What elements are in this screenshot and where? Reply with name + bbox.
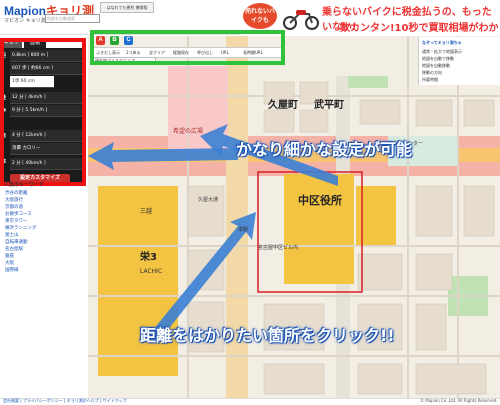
motorcycle-icon bbox=[283, 10, 319, 30]
label-hisaya-odori: 久屋大通 bbox=[198, 197, 219, 203]
keyword-link[interactable]: 東京タワー bbox=[5, 218, 28, 224]
footer-links[interactable]: 会社概要 | プライバシーポリシー | キョリ測のヘルプ | サイトマップ bbox=[3, 398, 127, 404]
keyword-link[interactable]: 銀座 bbox=[5, 253, 14, 259]
label-park: 希望の広場 bbox=[173, 128, 204, 135]
right-panel-line[interactable]: 移動の方向 bbox=[422, 70, 442, 76]
keyword-link[interactable]: 横浜ランニング bbox=[5, 225, 37, 231]
right-panel-line[interactable]: 地図を自動で移動 bbox=[422, 56, 454, 62]
keyword-link[interactable]: 大阪 bbox=[5, 260, 14, 266]
label-buke: 武平町 bbox=[314, 100, 344, 111]
keyword-link[interactable]: 富士山 bbox=[5, 232, 19, 238]
right-panel-line[interactable]: 地図を自動移動 bbox=[422, 63, 450, 69]
tagline: マピオン キョリ測 bbox=[4, 18, 46, 24]
keyword-link[interactable]: 大阪旅行 bbox=[5, 197, 23, 203]
label-sakae: 栄3 bbox=[140, 252, 157, 263]
keyword-link[interactable]: 京都の道 bbox=[5, 204, 23, 210]
label-hisaya: 久屋町 bbox=[268, 100, 298, 111]
logo-main: Mapion bbox=[4, 4, 46, 18]
keyword-link[interactable]: 自転車通勤 bbox=[5, 239, 28, 245]
highlight-frame-red bbox=[0, 38, 86, 186]
right-info-panel: なぞってキョリ測ちゃ 通常・拡大で地図表示 地図を自動で移動 地図を自動移動 移… bbox=[418, 37, 500, 85]
copyright: © Mapion Co.,Ltd. All Rights Reserved. bbox=[420, 398, 498, 403]
label-mitsukoshi: 三越 bbox=[140, 208, 153, 215]
label-naka-ward-office: 中区役所 bbox=[298, 194, 342, 207]
annotation-detailed-settings: かなり細かな設定が可能 bbox=[236, 140, 413, 159]
ad-bubble[interactable]: 売れないバイクも bbox=[243, 3, 277, 29]
keyword-link[interactable]: 名古屋駅 bbox=[5, 246, 23, 252]
annotation-click-instruction: 距離をはかりたい箇所をクリック!! bbox=[140, 326, 395, 345]
label-lachic: LACHIC bbox=[140, 268, 163, 275]
search-input[interactable]: 地図を自動検索 bbox=[45, 14, 100, 23]
keyword-link[interactable]: 渋谷の距離 bbox=[5, 190, 28, 196]
keyword-link[interactable]: 国際線 bbox=[5, 267, 19, 273]
keyword-title: 人気のキーワード bbox=[4, 182, 45, 188]
mobile-badge[interactable]: はなれても便利 携帯版 bbox=[100, 2, 154, 13]
right-panel-line[interactable]: 所要時間 bbox=[422, 77, 438, 83]
right-panel-line[interactable]: 通常・拡大で地図表示 bbox=[422, 49, 462, 55]
keyword-link[interactable]: お散歩コース bbox=[5, 211, 32, 217]
highlight-frame-green bbox=[90, 30, 285, 65]
right-panel-title: なぞってキョリ測ちゃ bbox=[422, 40, 462, 45]
label-sakae-station: 栄駅 bbox=[238, 227, 249, 233]
label-naka-hall: 名古屋中区ビル内 bbox=[258, 245, 299, 251]
